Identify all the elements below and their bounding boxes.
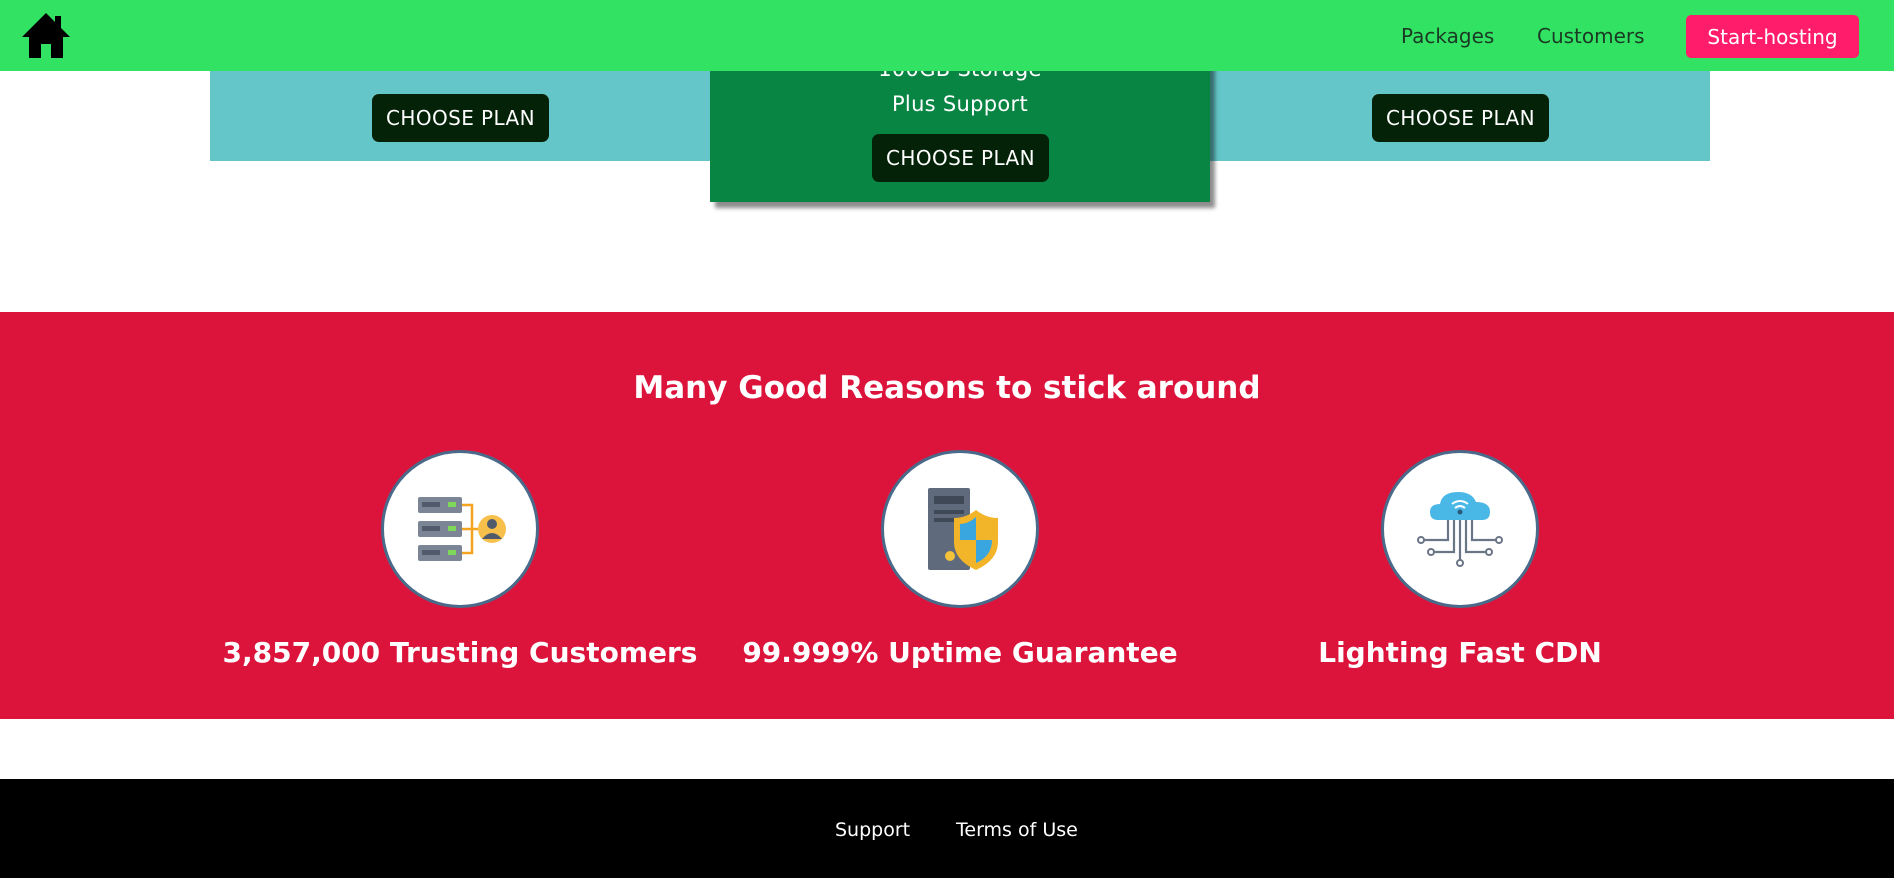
reason-icon-circle xyxy=(881,450,1039,608)
home-icon[interactable] xyxy=(20,11,72,59)
navbar: Packages Customers Start-hosting xyxy=(0,0,1894,71)
nav-link-packages[interactable]: Packages xyxy=(1401,24,1494,48)
reason-label-cdn: Lighting Fast CDN xyxy=(1318,636,1602,669)
cloud-network-icon xyxy=(1417,492,1503,567)
server-user-icon xyxy=(418,497,506,561)
reasons-title: Many Good Reasons to stick around xyxy=(633,370,1261,406)
footer: Support Terms of Use xyxy=(0,779,1894,878)
plan-feature-support: Plus Support xyxy=(891,92,1029,116)
footer-link-terms[interactable]: Terms of Use xyxy=(956,819,1078,841)
reason-label-uptime: 99.999% Uptime Guarantee xyxy=(742,636,1178,669)
footer-link-support[interactable]: Support xyxy=(835,819,910,841)
page: 100GB Storage Plus Support CHOOSE PLAN C… xyxy=(0,0,1894,878)
start-hosting-button[interactable]: Start-hosting xyxy=(1686,15,1859,58)
choose-plan-button-featured[interactable]: CHOOSE PLAN xyxy=(872,134,1049,182)
choose-plan-button-left[interactable]: CHOOSE PLAN xyxy=(372,94,549,142)
nav-link-customers[interactable]: Customers xyxy=(1537,24,1645,48)
choose-plan-button-right[interactable]: CHOOSE PLAN xyxy=(1372,94,1549,142)
server-shield-icon xyxy=(928,488,998,570)
reason-label-customers: 3,857,000 Trusting Customers xyxy=(222,636,698,669)
reason-icon-circle xyxy=(381,450,539,608)
reasons-section: Many Good Reasons to stick around 3,857,… xyxy=(0,312,1894,719)
reason-icon-circle xyxy=(1381,450,1539,608)
